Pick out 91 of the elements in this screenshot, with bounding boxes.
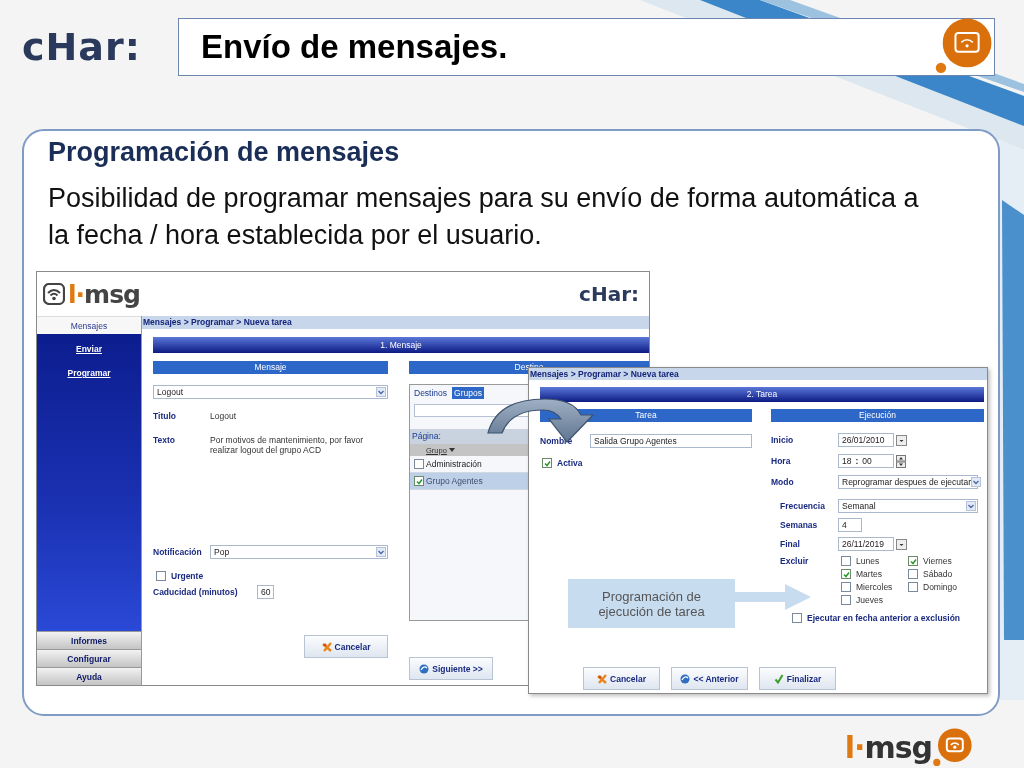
field-label: Inicio — [771, 435, 795, 445]
checkbox-label: Ejecutar en fecha anterior a exclusión — [807, 613, 961, 623]
checkbox-label: Lunes — [856, 556, 880, 566]
checkbox[interactable] — [841, 569, 851, 579]
step-bar: 1. Mensaje — [153, 337, 649, 353]
check-icon — [543, 459, 551, 467]
dropdown[interactable]: Logout — [153, 385, 388, 399]
checkbox[interactable] — [841, 582, 851, 592]
tab[interactable]: Grupos — [452, 386, 484, 399]
dropdown[interactable]: Pop — [210, 545, 388, 559]
chevron-down-icon — [971, 477, 981, 487]
checkbox[interactable] — [908, 569, 918, 579]
checkbox[interactable] — [841, 556, 851, 566]
field-value: Logout — [210, 411, 237, 421]
spinner-icon — [896, 454, 906, 468]
field-label: Modo — [771, 477, 795, 487]
checkbox-label: Jueves — [856, 595, 883, 605]
nav-tab[interactable]: Ayuda — [37, 667, 141, 685]
nav-link[interactable]: Enviar — [76, 344, 102, 354]
field-label: Nombre — [540, 436, 574, 446]
back-button[interactable]: << Anterior — [671, 667, 748, 690]
chevron-down-icon — [376, 547, 386, 557]
checkbox-label: Urgente — [171, 571, 204, 581]
field-label: Notificación — [153, 547, 203, 557]
checkbox-label: Martes — [856, 569, 882, 579]
checkbox[interactable] — [792, 613, 802, 623]
next-button[interactable]: Siguiente >> — [409, 657, 493, 680]
breadcrumb: Mensajes > Programar > Nueva tarea — [529, 368, 987, 380]
finish-button[interactable]: Finalizar — [759, 667, 836, 690]
description-text: Posibilidad de programar mensajes para su envío de forma automática a la fecha / hora establecida por el usuario. — [48, 182, 920, 252]
field-value: Por motivos de mantenimiento, por favor realizar logout del grupo ACD — [210, 435, 365, 455]
checkbox[interactable] — [908, 556, 918, 566]
nav-link[interactable]: Programar — [67, 368, 111, 378]
globe-icon — [680, 673, 691, 684]
date-field[interactable]: 26/01/2010 — [838, 433, 894, 447]
check-icon — [415, 477, 423, 485]
checkbox[interactable] — [414, 459, 424, 469]
checkbox[interactable] — [841, 595, 851, 605]
checkbox-label: Domingo — [923, 582, 958, 592]
checkbox-label: Sábado — [923, 569, 953, 579]
section-header: Mensaje — [153, 361, 388, 374]
check-icon — [773, 673, 784, 684]
field-label: Texto — [153, 435, 177, 445]
field-label: Caducidad (minutos) — [153, 587, 239, 597]
field-label: Semanas — [780, 520, 819, 530]
input-field[interactable]: 60 — [257, 585, 275, 599]
time-field[interactable]: 18 : 00 — [838, 454, 894, 468]
sort-icon — [448, 448, 455, 452]
section-header: Ejecución — [771, 409, 984, 422]
nav-tab[interactable]: Configurar — [37, 649, 141, 667]
field-label: Final — [780, 539, 801, 549]
check-icon — [842, 570, 850, 578]
field-label: Hora — [771, 456, 792, 466]
nav-tab[interactable]: Mensajes — [37, 316, 141, 334]
dropdown[interactable]: Reprogramar despues de ejecutar — [838, 475, 978, 489]
checkbox[interactable] — [542, 458, 552, 468]
input-field[interactable]: 4 — [838, 518, 862, 532]
date-field[interactable]: 26/11/2019 — [838, 537, 894, 551]
checkbox[interactable] — [156, 571, 166, 581]
checkbox[interactable] — [414, 476, 424, 486]
calendar-button-icon — [896, 434, 907, 446]
wifi-icon — [43, 283, 65, 305]
field-label: Titulo — [153, 411, 177, 421]
chevron-down-icon — [376, 387, 386, 397]
checkbox[interactable] — [908, 582, 918, 592]
callout-box: Programación de ejecución de tarea — [568, 579, 735, 628]
logo: l·msg — [844, 729, 932, 767]
section-heading: Programación de mensajes — [48, 136, 401, 168]
globe-icon — [419, 663, 430, 674]
nav-tab[interactable]: Informes — [37, 631, 141, 649]
step-bar: 2. Tarea — [540, 387, 984, 402]
cross-icon — [597, 673, 608, 684]
checkbox-label: Activa — [557, 458, 583, 468]
checkbox-label: Viernes — [923, 556, 952, 566]
cross-icon — [321, 641, 332, 652]
logo: l·msg — [68, 279, 140, 309]
chevron-down-icon — [966, 501, 976, 511]
calendar-button-icon — [896, 538, 907, 550]
check-icon — [909, 557, 917, 565]
logo: cHar: — [579, 282, 639, 306]
dropdown[interactable]: Semanal — [838, 499, 978, 513]
input-field[interactable]: Salida Grupo Agentes — [590, 434, 752, 448]
tab[interactable]: Destinos — [412, 386, 450, 399]
logo: cHar: — [22, 24, 142, 69]
slide-title: Envío de mensajes. — [201, 27, 508, 66]
cancel-button[interactable]: Cancelar — [583, 667, 660, 690]
field-label: Excluir — [780, 556, 810, 566]
field-label: Frecuencia — [780, 501, 826, 511]
checkbox-label: Miercoles — [856, 582, 893, 592]
cancel-button[interactable]: Cancelar — [304, 635, 388, 658]
breadcrumb: Mensajes > Programar > Nueva tarea — [142, 316, 649, 329]
